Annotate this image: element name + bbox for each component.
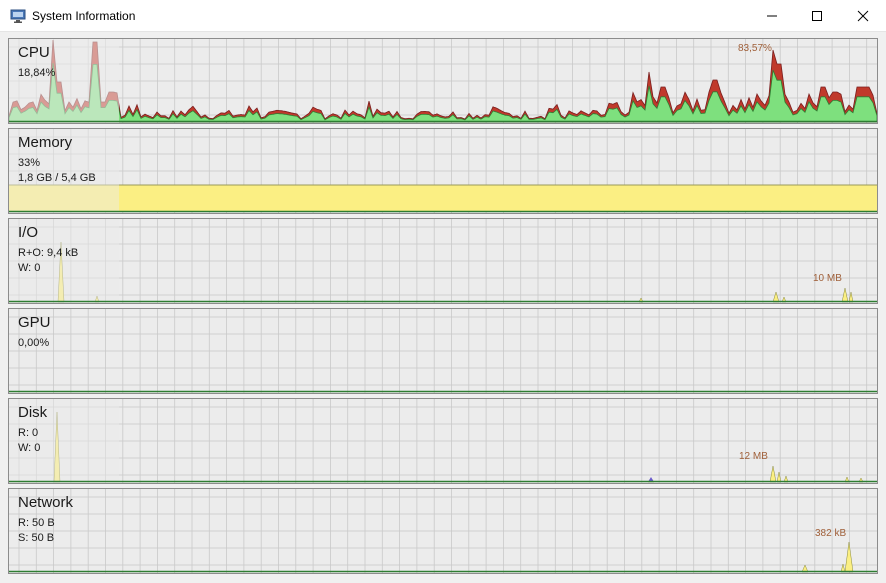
- io-panel: I/O R+O: 9,4 kB W: 0 10 MB: [8, 218, 878, 304]
- minimize-icon: [767, 15, 777, 16]
- network-peak-label: 382 kB: [815, 528, 847, 539]
- gpu-panel: GPU 0,00%: [8, 308, 878, 394]
- cpu-title: CPU: [18, 44, 50, 61]
- maximize-button[interactable]: [794, 0, 840, 31]
- memory-percent: 33%: [18, 157, 41, 169]
- maximize-icon: [812, 10, 822, 21]
- close-button[interactable]: [840, 0, 886, 31]
- memory-panel: Memory 33% 1,8 GB / 5,4 GB: [8, 128, 878, 214]
- disk-graph: [9, 399, 877, 483]
- system-information-icon: [10, 9, 26, 23]
- io-title: I/O: [18, 224, 39, 241]
- network-receive: R: 50 B: [18, 517, 55, 529]
- io-read-other: R+O: 9,4 kB: [18, 247, 79, 259]
- memory-graph: [9, 129, 877, 213]
- disk-panel: Disk R: 0 W: 0 12 MB: [8, 398, 878, 484]
- close-icon: [857, 10, 869, 21]
- disk-write: W: 0: [18, 442, 41, 454]
- network-send: S: 50 B: [18, 532, 55, 544]
- gpu-title: GPU: [18, 314, 51, 331]
- cpu-peak-label: 83,57%: [738, 43, 772, 54]
- io-graph: [9, 219, 877, 303]
- title-bar[interactable]: System Information: [0, 0, 886, 32]
- disk-peak-label: 12 MB: [739, 451, 768, 462]
- gpu-value: 0,00%: [18, 337, 50, 349]
- disk-read: R: 0: [18, 427, 39, 439]
- gpu-graph: [9, 309, 877, 393]
- network-graph: [9, 489, 877, 573]
- io-peak-label: 10 MB: [813, 273, 842, 284]
- cpu-value: 18,84%: [18, 67, 56, 79]
- io-write: W: 0: [18, 262, 41, 274]
- disk-title: Disk: [18, 404, 48, 421]
- network-title: Network: [18, 494, 74, 511]
- minimize-button[interactable]: [749, 0, 795, 31]
- cpu-panel: CPU 18,84% 83,57%: [8, 38, 878, 124]
- memory-title: Memory: [18, 134, 73, 151]
- memory-usage: 1,8 GB / 5,4 GB: [18, 172, 96, 184]
- network-panel: Network R: 50 B S: 50 B 382 kB: [8, 488, 878, 574]
- window-title: System Information: [32, 9, 136, 23]
